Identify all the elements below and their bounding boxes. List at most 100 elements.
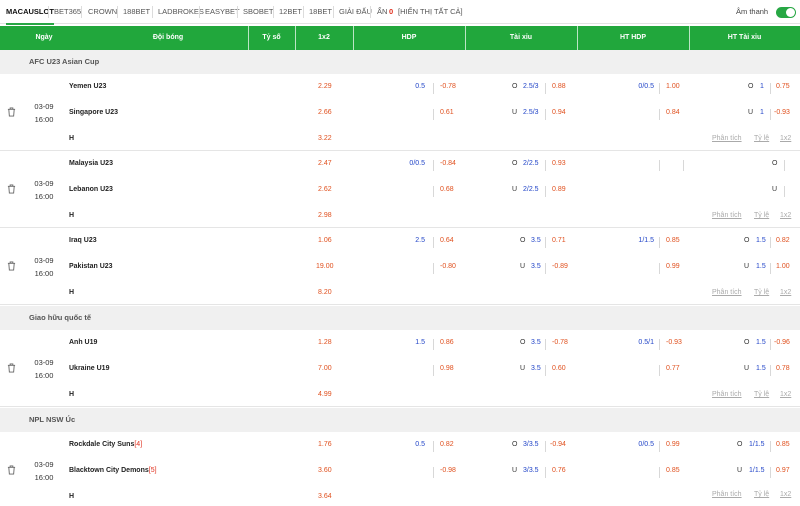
trash-icon[interactable] bbox=[7, 261, 16, 271]
tab-leagues[interactable]: GIẢI ĐẤU bbox=[339, 0, 372, 24]
ht-hdp-away-odds[interactable]: 0.99 bbox=[666, 263, 680, 270]
ht-ou-over-odds[interactable]: 0.82 bbox=[776, 237, 790, 244]
away-team[interactable]: Pakistan U23 bbox=[69, 263, 113, 270]
show-all-button[interactable]: [HIỂN THỊ TẤT CẢ] bbox=[398, 0, 463, 24]
ou-under-odds[interactable]: 0.60 bbox=[552, 365, 566, 372]
odds-1x2-draw[interactable]: 4.99 bbox=[318, 391, 332, 398]
rate-link[interactable]: Tỷ lệ bbox=[754, 135, 769, 142]
odds-1x2-draw[interactable]: 3.64 bbox=[318, 493, 332, 500]
ou-over-odds[interactable]: -0.78 bbox=[552, 339, 568, 346]
ht-hdp-away-odds[interactable]: 0.85 bbox=[666, 467, 680, 474]
hdp-home-odds[interactable]: 0.64 bbox=[440, 237, 454, 244]
ht-ou-over-line: 1.5 bbox=[756, 237, 766, 244]
tab-12bet[interactable]: 12BET bbox=[279, 0, 302, 24]
tab-crown[interactable]: CROWN bbox=[88, 0, 117, 24]
hdp-home-odds[interactable]: 0.86 bbox=[440, 339, 454, 346]
x12-link[interactable]: 1x2 bbox=[780, 491, 791, 498]
hdp-home-odds[interactable]: -0.78 bbox=[440, 83, 456, 90]
ht-ou-over-odds[interactable]: 0.85 bbox=[776, 441, 790, 448]
home-team[interactable]: Anh U19 bbox=[69, 339, 97, 346]
trash-icon[interactable] bbox=[7, 465, 16, 475]
hdp-away-odds[interactable]: 0.68 bbox=[440, 186, 454, 193]
home-team[interactable]: Iraq U23 bbox=[69, 237, 97, 244]
tab-18bet[interactable]: 18BET bbox=[309, 0, 332, 24]
x12-link[interactable]: 1x2 bbox=[780, 289, 791, 296]
odds-1x2-draw[interactable]: 3.22 bbox=[318, 135, 332, 142]
away-team[interactable]: Lebanon U23 bbox=[69, 186, 113, 193]
odds-1x2-home[interactable]: 2.47 bbox=[318, 160, 332, 167]
analysis-link[interactable]: Phân tích bbox=[712, 135, 742, 142]
cell-divider bbox=[770, 339, 771, 350]
ht-hdp-away-odds[interactable]: 0.84 bbox=[666, 109, 680, 116]
home-team[interactable]: Rockdale City Suns[4] bbox=[69, 441, 142, 448]
x12-link[interactable]: 1x2 bbox=[780, 135, 791, 142]
odds-1x2-draw[interactable]: 2.98 bbox=[318, 212, 332, 219]
odds-1x2-home[interactable]: 1.28 bbox=[318, 339, 332, 346]
ht-ou-under-odds[interactable]: 0.78 bbox=[776, 365, 790, 372]
hdp-away-odds[interactable]: -0.80 bbox=[440, 263, 456, 270]
cell-divider bbox=[545, 467, 546, 478]
hdp-away-odds[interactable]: 0.98 bbox=[440, 365, 454, 372]
odds-1x2-away[interactable]: 7.00 bbox=[318, 365, 332, 372]
tab-easybet[interactable]: EASYBET bbox=[205, 0, 240, 24]
ou-under-odds[interactable]: -0.89 bbox=[552, 263, 568, 270]
tab-bet365[interactable]: BET365 bbox=[54, 0, 81, 24]
rate-link[interactable]: Tỷ lệ bbox=[754, 491, 769, 498]
trash-icon[interactable] bbox=[7, 107, 16, 117]
trash-icon[interactable] bbox=[7, 184, 16, 194]
rate-link[interactable]: Tỷ lệ bbox=[754, 391, 769, 398]
hdp-home-odds[interactable]: 0.82 bbox=[440, 441, 454, 448]
ht-ou-under-odds[interactable]: -0.93 bbox=[774, 109, 790, 116]
odds-1x2-away[interactable]: 19.00 bbox=[316, 263, 334, 270]
ou-under-odds[interactable]: 0.94 bbox=[552, 109, 566, 116]
odds-1x2-home[interactable]: 1.06 bbox=[318, 237, 332, 244]
analysis-link[interactable]: Phân tích bbox=[712, 391, 742, 398]
away-team[interactable]: Singapore U23 bbox=[69, 109, 118, 116]
tab-sbobet[interactable]: SBOBET bbox=[243, 0, 273, 24]
ht-hdp-home-odds[interactable]: -0.93 bbox=[666, 339, 682, 346]
odds-1x2-away[interactable]: 3.60 bbox=[318, 467, 332, 474]
rate-link[interactable]: Tỷ lệ bbox=[754, 212, 769, 219]
hdp-away-odds[interactable]: 0.61 bbox=[440, 109, 454, 116]
odds-1x2-away[interactable]: 2.62 bbox=[318, 186, 332, 193]
home-team[interactable]: Yemen U23 bbox=[69, 83, 106, 90]
match-date: 03-09 bbox=[34, 460, 54, 469]
ht-ou-under-odds[interactable]: 1.00 bbox=[776, 263, 790, 270]
odds-1x2-home[interactable]: 1.76 bbox=[318, 441, 332, 448]
x12-link[interactable]: 1x2 bbox=[780, 212, 791, 219]
ht-ou-over-odds[interactable]: -0.96 bbox=[774, 339, 790, 346]
tab-ladbrokes[interactable]: LADBROKES bbox=[158, 0, 204, 24]
ou-over-odds[interactable]: 0.71 bbox=[552, 237, 566, 244]
ht-hdp-home-odds[interactable]: 1.00 bbox=[666, 83, 680, 90]
tab-188bet[interactable]: 188BET bbox=[123, 0, 150, 24]
hdp-home-odds[interactable]: -0.84 bbox=[440, 160, 456, 167]
home-team[interactable]: Malaysia U23 bbox=[69, 160, 113, 167]
sound-label: Âm thanh bbox=[736, 7, 769, 16]
ht-hdp-home-odds[interactable]: 0.99 bbox=[666, 441, 680, 448]
sound-toggle[interactable] bbox=[776, 7, 796, 18]
rate-link[interactable]: Tỷ lệ bbox=[754, 289, 769, 296]
away-team[interactable]: Blacktown City Demons[5] bbox=[69, 467, 157, 474]
ou-over-odds[interactable]: 0.88 bbox=[552, 83, 566, 90]
tab-macauslot[interactable]: MACAUSLOT bbox=[6, 0, 54, 25]
analysis-link[interactable]: Phân tích bbox=[712, 289, 742, 296]
ou-under-odds[interactable]: 0.76 bbox=[552, 467, 566, 474]
ou-over-odds[interactable]: 0.93 bbox=[552, 160, 566, 167]
ht-hdp-home-odds[interactable]: 0.85 bbox=[666, 237, 680, 244]
hdp-away-odds[interactable]: -0.98 bbox=[440, 467, 456, 474]
x12-link[interactable]: 1x2 bbox=[780, 391, 791, 398]
ht-ou-over-odds[interactable]: 0.75 bbox=[776, 83, 790, 90]
analysis-link[interactable]: Phân tích bbox=[712, 212, 742, 219]
ht-hdp-away-odds[interactable]: 0.77 bbox=[666, 365, 680, 372]
odds-1x2-draw[interactable]: 8.20 bbox=[318, 289, 332, 296]
odds-1x2-home[interactable]: 2.29 bbox=[318, 83, 332, 90]
ou-over-odds[interactable]: -0.94 bbox=[550, 441, 566, 448]
odds-1x2-away[interactable]: 2.66 bbox=[318, 109, 332, 116]
analysis-link[interactable]: Phân tích bbox=[712, 491, 742, 498]
trash-icon[interactable] bbox=[7, 363, 16, 373]
ht-ou-over-tag: O bbox=[772, 160, 778, 167]
ht-ou-under-odds[interactable]: 0.97 bbox=[776, 467, 790, 474]
away-team[interactable]: Ukraine U19 bbox=[69, 365, 109, 372]
match-row: 03-09 16:00 Rockdale City Suns[4] Blackt… bbox=[0, 432, 800, 506]
ou-under-odds[interactable]: 0.89 bbox=[552, 186, 566, 193]
